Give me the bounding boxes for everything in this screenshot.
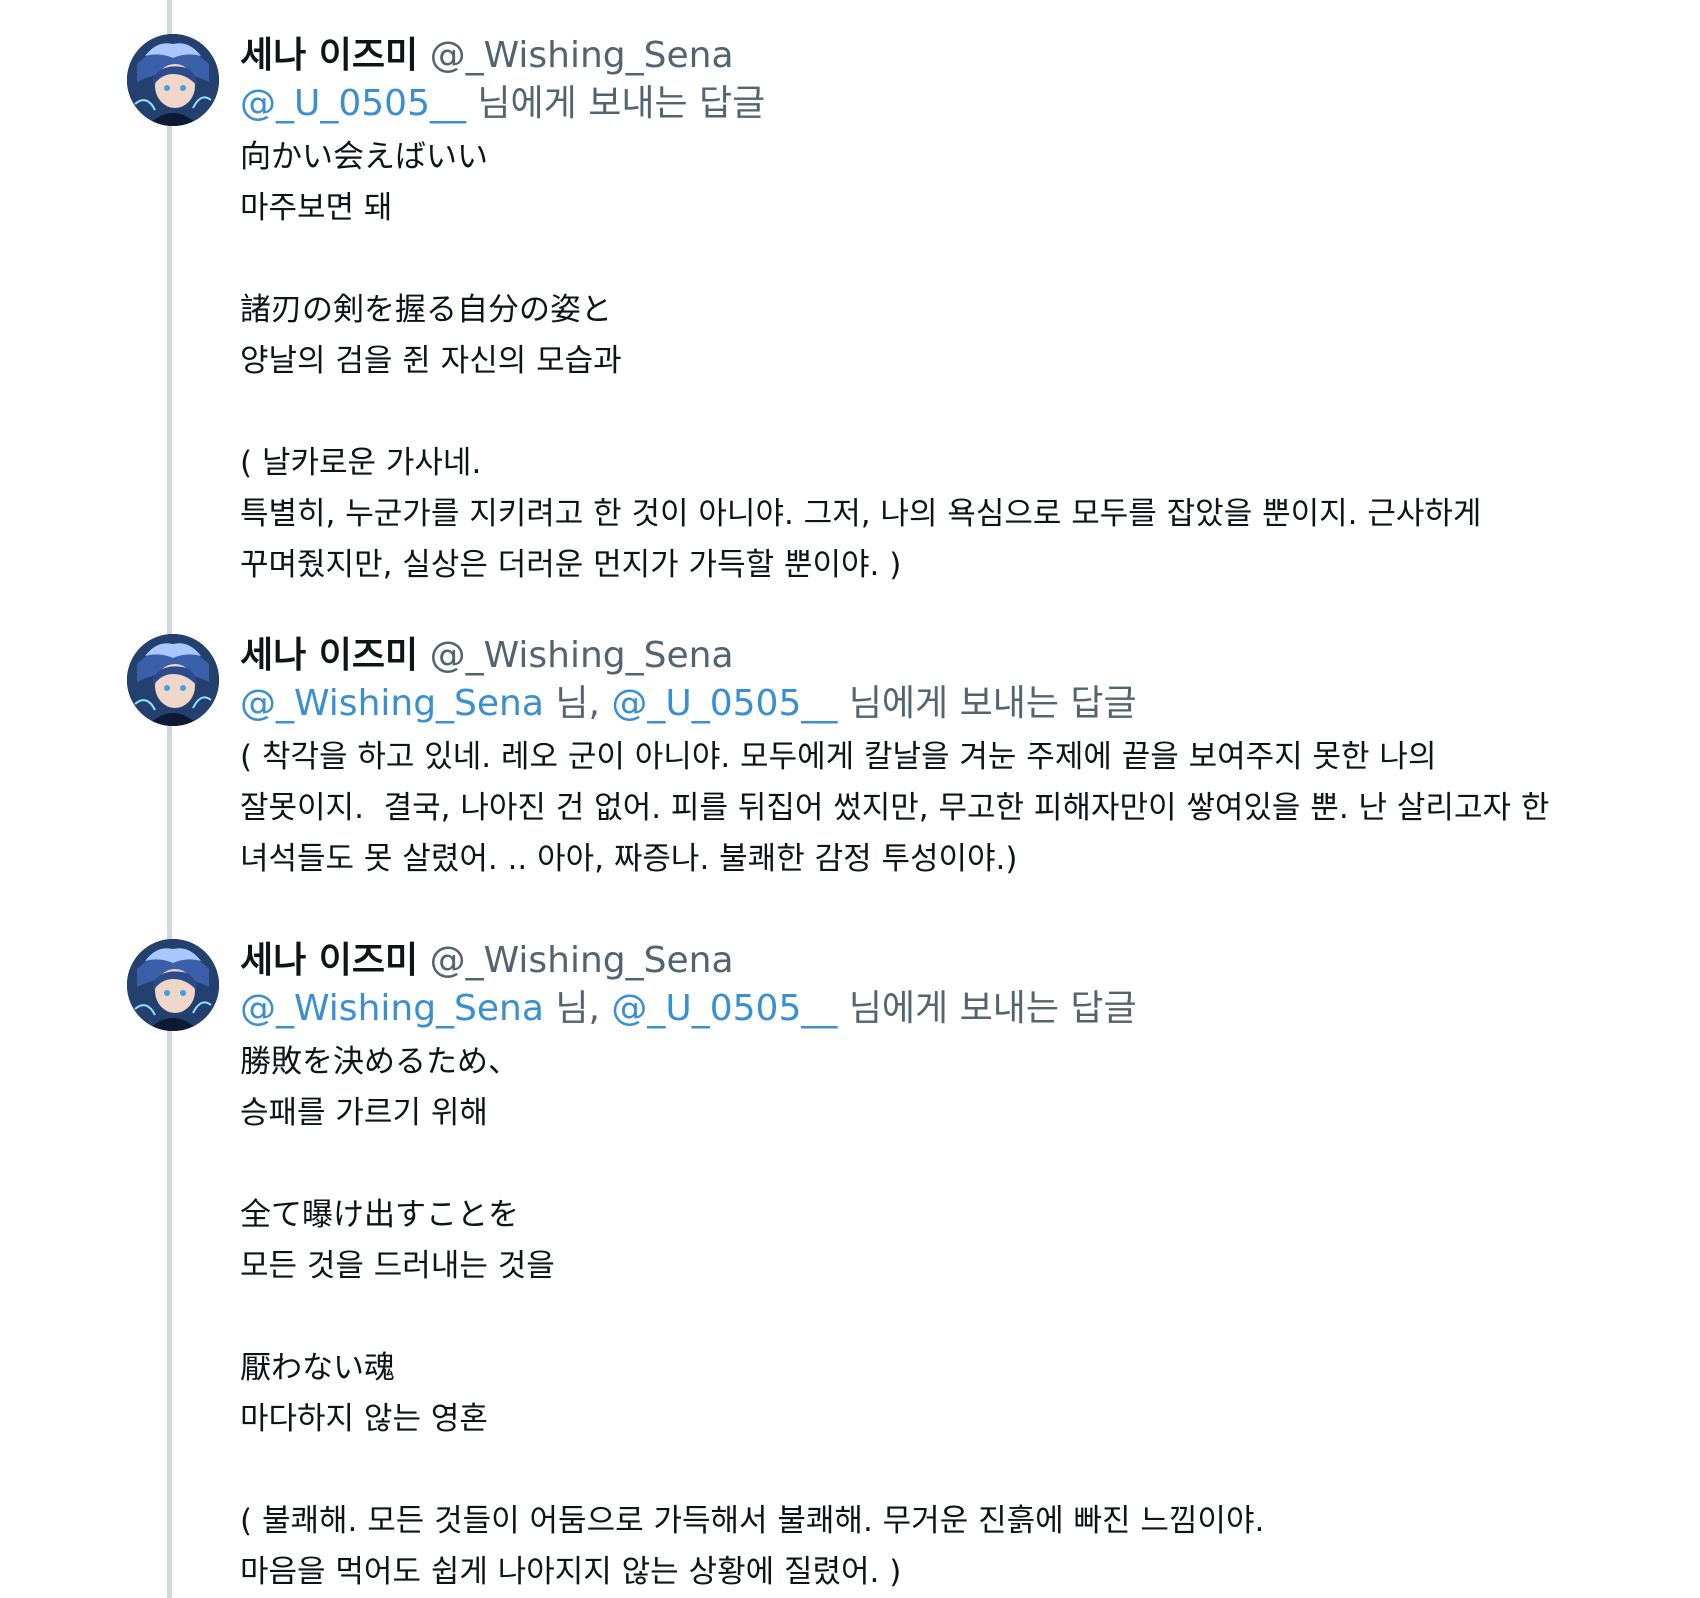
mention-link[interactable]: @_U_0505__ bbox=[611, 988, 837, 1029]
replying-to-line: @_Wishing_Sena 님, @_U_0505__ 님에게 보내는 답글 bbox=[240, 985, 1640, 1033]
user-handle[interactable]: @_Wishing_Sena bbox=[430, 635, 734, 676]
replying-to-line: @_U_0505__ 님에게 보내는 답글 bbox=[240, 80, 1640, 128]
profile-avatar-icon bbox=[127, 34, 219, 126]
avatar[interactable] bbox=[127, 34, 219, 126]
display-name[interactable]: 세나 이즈미 bbox=[240, 635, 418, 676]
avatar[interactable] bbox=[127, 939, 219, 1031]
mention-link[interactable]: @_Wishing_Sena bbox=[240, 988, 544, 1029]
mention-separator bbox=[466, 83, 477, 124]
avatar[interactable] bbox=[127, 634, 219, 726]
tweet-header: 세나 이즈미 @_Wishing_Sena bbox=[240, 937, 1640, 985]
tweet-header: 세나 이즈미 @_Wishing_Sena bbox=[240, 32, 1640, 80]
mention-separator bbox=[837, 683, 848, 724]
thread-line bbox=[167, 0, 172, 1598]
mention-separator bbox=[837, 988, 848, 1029]
replying-to-suffix: 님에게 보내는 답글 bbox=[848, 988, 1137, 1029]
display-name[interactable]: 세나 이즈미 bbox=[240, 940, 418, 981]
replying-to-suffix: 님에게 보내는 답글 bbox=[848, 683, 1137, 724]
mention-separator: 님, bbox=[543, 988, 612, 1029]
replying-to-suffix: 님에게 보내는 답글 bbox=[477, 83, 766, 124]
tweet-text: ( 착각을 하고 있네. 레오 군이 아니야. 모두에게 칼날을 겨눈 주제에 … bbox=[240, 739, 1550, 877]
profile-avatar-icon bbox=[127, 634, 219, 726]
user-handle[interactable]: @_Wishing_Sena bbox=[430, 940, 734, 981]
mention-separator: 님, bbox=[543, 683, 612, 724]
tweet-text: 向かい会えばいい 마주보면 돼 諸刃の剣を握る自分の姿と 양날의 검을 쥔 자신… bbox=[240, 139, 1482, 583]
mention-link[interactable]: @_Wishing_Sena bbox=[240, 683, 544, 724]
mention-link[interactable]: @_U_0505__ bbox=[240, 83, 466, 124]
profile-avatar-icon bbox=[127, 939, 219, 1031]
user-handle[interactable]: @_Wishing_Sena bbox=[430, 35, 734, 76]
tweet-header: 세나 이즈미 @_Wishing_Sena bbox=[240, 632, 1640, 680]
mention-link[interactable]: @_U_0505__ bbox=[611, 683, 837, 724]
tweet-text: 勝敗を決めるため、 승패를 가르기 위해 全て曝け出すことを 모든 것을 드러내… bbox=[240, 1044, 1265, 1590]
replying-to-line: @_Wishing_Sena 님, @_U_0505__ 님에게 보내는 답글 bbox=[240, 680, 1640, 728]
display-name[interactable]: 세나 이즈미 bbox=[240, 35, 418, 76]
